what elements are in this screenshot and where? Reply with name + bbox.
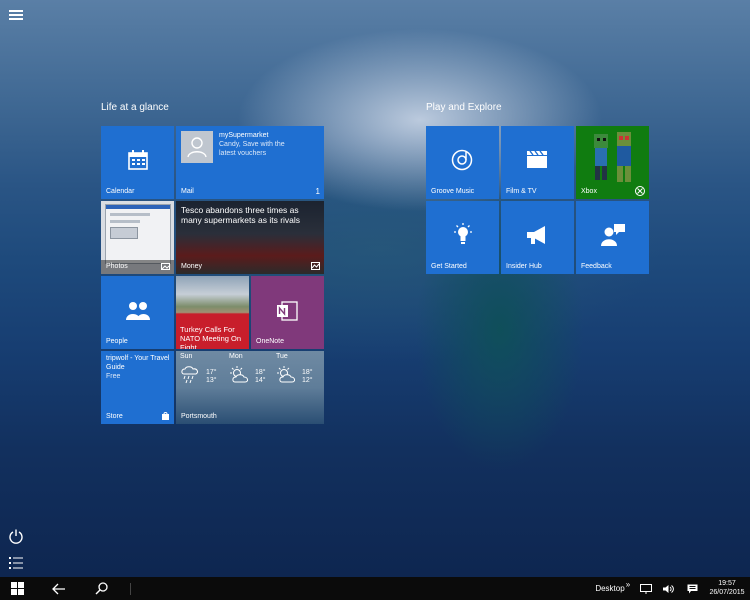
tile-film-tv[interactable]: Film & TV: [501, 126, 574, 199]
tile-get-started[interactable]: Get Started: [426, 201, 499, 274]
groove-music-icon: [451, 149, 473, 171]
xbox-avatars-icon: [594, 132, 631, 182]
person-icon: [187, 137, 207, 158]
volume-button[interactable]: [660, 577, 676, 600]
mail-count-badge: 1: [315, 187, 320, 196]
people-icon: [126, 302, 150, 320]
weather-day: Mon 18° 14°: [229, 353, 277, 384]
action-center-button[interactable]: [684, 577, 700, 600]
volume-icon: [663, 584, 674, 593]
weather-high: 18°: [255, 369, 266, 376]
tile-label: Store: [106, 413, 123, 420]
group-title-play: Play and Explore: [426, 102, 502, 113]
mail-sender: mySupermarket: [219, 132, 269, 139]
tile-label: Mail: [181, 188, 194, 195]
tile-xbox[interactable]: Xbox: [576, 126, 649, 199]
tile-label: Money: [181, 263, 203, 270]
weather-day: Sun 17° 13°: [180, 353, 228, 384]
divider: [130, 583, 131, 595]
clock-time: 19:57: [718, 580, 736, 587]
tile-label: Insider Hub: [506, 263, 542, 270]
toolbar-chevron[interactable]: »: [624, 573, 632, 596]
megaphone-icon: [527, 226, 545, 244]
clock[interactable]: 19:57 26/07/2015: [706, 579, 748, 597]
photo-thumbnail: [105, 204, 171, 264]
tile-label: Film & TV: [506, 188, 537, 195]
notification-icon: [687, 584, 697, 593]
tile-label: Feedback: [581, 263, 612, 270]
weather-low: 12°: [302, 377, 313, 384]
tile-weather[interactable]: Sun 17° 13° Mon 18° 14° Tue 18° 12° Portsmo…: [176, 351, 324, 424]
tile-label: Groove Music: [431, 188, 475, 195]
onenote-icon: [277, 301, 298, 321]
tile-mail[interactable]: mySupermarket Candy, Save with the lates…: [176, 126, 324, 199]
tile-calendar[interactable]: Calendar: [101, 126, 174, 199]
back-button[interactable]: [44, 577, 74, 600]
chart-icon: [311, 262, 320, 270]
mail-preview: Candy, Save with the latest vouchers: [219, 141, 285, 157]
lightbulb-icon: [454, 223, 472, 244]
tile-news[interactable]: Turkey Calls For NATO Meeting On Fight..…: [176, 276, 249, 349]
partly-sunny-icon: [230, 366, 248, 383]
weather-day-name: Sun: [180, 353, 193, 360]
tile-insider-hub[interactable]: Insider Hub: [501, 201, 574, 274]
tile-feedback[interactable]: Feedback: [576, 201, 649, 274]
hamburger-menu-icon[interactable]: [9, 8, 23, 22]
weather-low: 14°: [255, 377, 266, 384]
weather-day-name: Mon: [229, 353, 243, 360]
back-arrow-icon: [52, 583, 65, 594]
weather-high: 17°: [206, 369, 217, 376]
taskbar: Desktop » 19:57 26/07/2015: [0, 577, 750, 600]
weather-day-name: Tue: [276, 353, 288, 360]
clock-date: 26/07/2015: [709, 589, 745, 596]
feedback-icon: [601, 224, 625, 246]
store-price: Free: [106, 373, 121, 380]
tile-store[interactable]: tripwolf - Your Travel Guide Free Store: [101, 351, 174, 424]
tile-people[interactable]: People: [101, 276, 174, 349]
store-icon: [162, 412, 169, 420]
xbox-logo-icon: [635, 186, 645, 196]
news-headline: Turkey Calls For NATO Meeting On Fight..…: [180, 325, 241, 349]
clapperboard-icon: [527, 150, 547, 168]
tile-onenote[interactable]: OneNote: [251, 276, 324, 349]
weather-low: 13°: [206, 377, 217, 384]
windows-logo-icon: [10, 582, 24, 595]
tile-groove-music[interactable]: Groove Music: [426, 126, 499, 199]
group-title-life: Life at a glance: [101, 102, 169, 113]
partly-sunny-icon: [277, 366, 295, 383]
tile-photos[interactable]: Photos: [101, 201, 174, 274]
avatar: [181, 131, 213, 163]
money-headline: Tesco abandons three times as many super…: [181, 205, 301, 225]
tile-label: Get Started: [431, 263, 467, 270]
search-icon: [95, 582, 108, 595]
all-apps-icon[interactable]: [8, 555, 24, 571]
weather-day: Tue 18° 12°: [276, 353, 324, 384]
power-icon[interactable]: [8, 528, 24, 544]
tile-label: Photos: [106, 263, 128, 270]
search-button[interactable]: [86, 577, 116, 600]
network-button[interactable]: [638, 577, 654, 600]
rain-icon: [181, 366, 198, 384]
tile-label: Xbox: [581, 188, 597, 195]
start-button[interactable]: [0, 577, 34, 600]
tile-label: Portsmouth: [181, 413, 217, 420]
store-app-name: tripwolf - Your Travel Guide: [106, 355, 170, 371]
weather-high: 18°: [302, 369, 313, 376]
tile-money[interactable]: Tesco abandons three times as many super…: [176, 201, 324, 274]
network-icon: [640, 583, 652, 594]
photos-icon: [161, 263, 170, 270]
calendar-icon: [128, 150, 148, 170]
tile-label: Calendar: [106, 188, 135, 195]
tile-label: OneNote: [256, 338, 285, 345]
tile-label: People: [106, 338, 128, 345]
